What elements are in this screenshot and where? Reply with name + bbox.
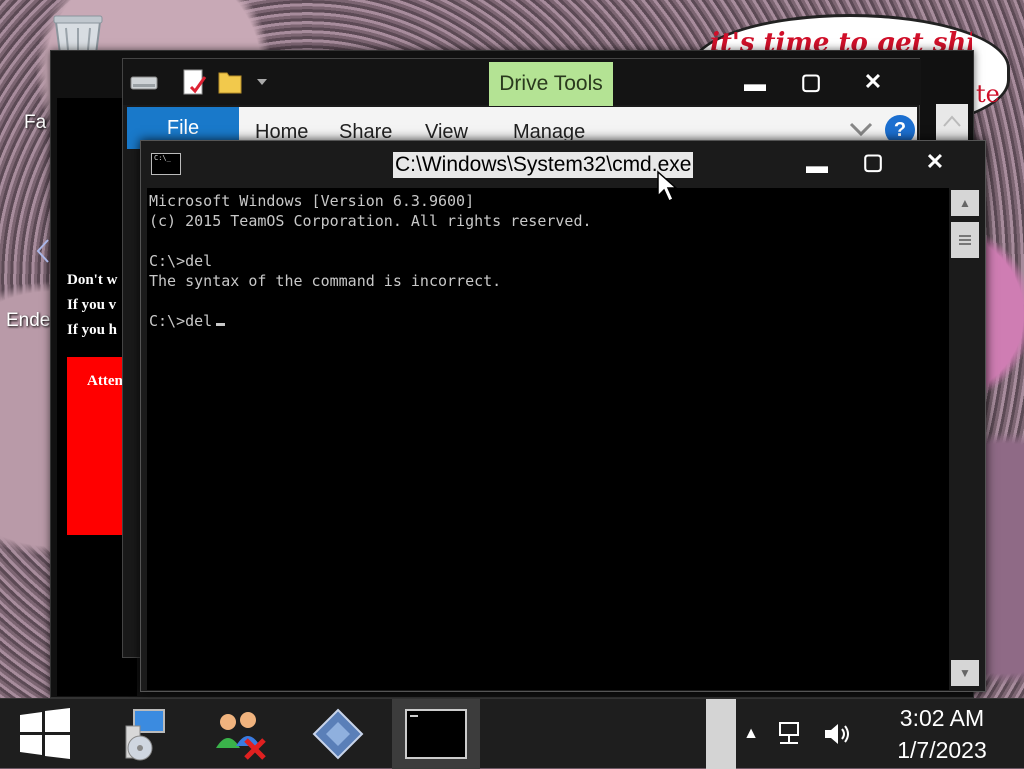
network-setup-icon bbox=[125, 709, 165, 761]
console-line-1: Microsoft Windows [Version 6.3.9600] bbox=[149, 192, 475, 210]
red-panel-text: Atten bbox=[87, 373, 123, 389]
installer-icon bbox=[312, 708, 364, 760]
cmd-titlebar[interactable]: C:\_ C:\Windows\System32\cmd.exe ▬ ▢ ✕ bbox=[141, 141, 987, 187]
users-error-icon bbox=[216, 712, 266, 760]
recycle-bin-icon[interactable] bbox=[48, 14, 108, 54]
clock-time[interactable]: 3:02 AM bbox=[880, 705, 1004, 732]
cmd-maximize-button[interactable]: ▢ bbox=[853, 147, 893, 177]
console-line-5: The syntax of the command is incorrect. bbox=[149, 272, 502, 290]
cmd-console[interactable]: Microsoft Windows [Version 6.3.9600] (c)… bbox=[147, 188, 949, 690]
explorer-close-button[interactable]: ✕ bbox=[853, 67, 893, 97]
cmd-window: C:\_ C:\Windows\System32\cmd.exe ▬ ▢ ✕ M… bbox=[140, 140, 986, 692]
properties-icon[interactable] bbox=[179, 67, 209, 97]
taskbar-installer[interactable] bbox=[294, 699, 382, 769]
desktop-icon-label-2[interactable]: Ende bbox=[6, 310, 52, 332]
explorer-maximize-button[interactable]: ▢ bbox=[791, 67, 831, 97]
explorer-scroll-up-button[interactable] bbox=[936, 104, 968, 144]
console-line-4: C:\>del bbox=[149, 252, 213, 270]
cmd-close-button[interactable]: ✕ bbox=[915, 147, 955, 177]
scroll-down-button[interactable]: ▼ bbox=[951, 660, 979, 686]
tray-handle[interactable] bbox=[706, 699, 736, 769]
new-folder-icon[interactable] bbox=[215, 67, 245, 97]
scroll-thumb[interactable] bbox=[951, 222, 979, 258]
cmd-window-title: C:\Windows\System32\cmd.exe bbox=[393, 152, 694, 178]
explorer-minimize-button[interactable]: ▬ bbox=[735, 69, 775, 99]
cmd-app-icon[interactable]: C:\_ bbox=[151, 153, 181, 175]
clock-date[interactable]: 1/7/2023 bbox=[880, 737, 1004, 764]
taskbar-users-error[interactable] bbox=[196, 699, 284, 769]
taskbar: ▲ 3:02 AM 1/7/2023 bbox=[0, 698, 1024, 769]
cmd-minimize-button[interactable]: ▬ bbox=[797, 151, 837, 181]
network-icon[interactable] bbox=[774, 721, 804, 747]
console-prompt-line[interactable]: C:\>del bbox=[149, 312, 226, 330]
mouse-pointer-icon bbox=[657, 170, 678, 203]
drive-icon[interactable] bbox=[129, 67, 159, 97]
console-line-2: (c) 2015 TeamOS Corporation. All rights … bbox=[149, 212, 592, 230]
warning-line-3: If you h bbox=[67, 322, 118, 338]
volume-icon[interactable] bbox=[822, 721, 852, 747]
desktop-icon-label-1[interactable]: Fa bbox=[24, 112, 50, 134]
warning-red-panel: Atten bbox=[67, 357, 123, 535]
taskbar-network-setup[interactable] bbox=[98, 699, 186, 769]
ribbon-expand-icon[interactable] bbox=[849, 121, 873, 137]
cmd-task-icon bbox=[405, 709, 467, 759]
wallpaper-speech-text-2: te bbox=[976, 80, 1000, 108]
warning-line-2: If you v bbox=[67, 297, 117, 313]
console-prompt-text: C:\>del bbox=[149, 312, 213, 330]
grip-icon bbox=[959, 235, 971, 245]
cmd-icon-text: C:\_ bbox=[154, 154, 171, 162]
chevron-up-icon bbox=[943, 115, 961, 127]
chevron-down-icon[interactable] bbox=[255, 77, 269, 87]
chevron-left-icon[interactable] bbox=[36, 238, 50, 264]
cmd-scrollbar[interactable]: ▲ ▼ bbox=[949, 188, 981, 690]
explorer-titlebar[interactable]: Drive Tools ▬ ▢ ✕ bbox=[123, 59, 921, 106]
taskbar-cmd[interactable] bbox=[392, 699, 480, 769]
windows-start-icon[interactable] bbox=[18, 707, 72, 761]
warning-line-1: Don't w bbox=[67, 272, 118, 288]
show-hidden-icons-icon[interactable]: ▲ bbox=[736, 721, 766, 747]
scroll-up-button[interactable]: ▲ bbox=[951, 190, 979, 216]
tab-drive-tools[interactable]: Drive Tools bbox=[489, 62, 613, 106]
text-cursor bbox=[216, 323, 226, 326]
